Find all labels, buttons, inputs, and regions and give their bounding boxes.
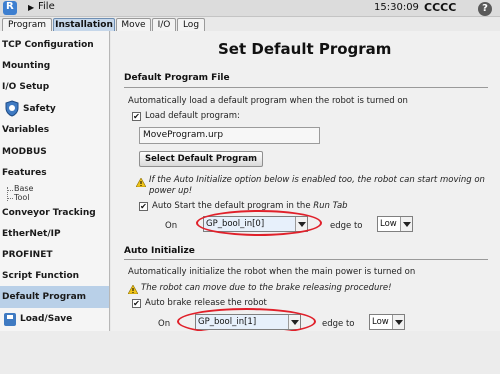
load-default-program-checkbox[interactable]: ✔ (132, 112, 141, 121)
page-title: Set Default Program (218, 40, 392, 58)
sidebar-item-mounting[interactable]: Mounting (2, 61, 50, 71)
save-icon (4, 313, 16, 326)
warning-icon (136, 178, 146, 187)
sidebar-item-tcp-configuration[interactable]: TCP Configuration (2, 40, 94, 50)
sidebar-item-ethernet-ip[interactable]: EtherNet/IP (2, 229, 61, 239)
divider (124, 87, 488, 88)
sidebar-item-conveyor-tracking[interactable]: Conveyor Tracking (2, 208, 96, 218)
tab-move[interactable]: Move (116, 18, 151, 31)
chevron-down-icon (392, 315, 404, 329)
description-auto-initialize: Automatically initialize the robot when … (128, 267, 416, 277)
tree-connector (7, 190, 13, 191)
sidebar-item-io-setup[interactable]: I/O Setup (2, 82, 49, 92)
sidebar-item-label: Default Program (2, 292, 87, 302)
select-value: Low (380, 219, 397, 229)
sidebar-item-default-program[interactable]: Default Program (0, 286, 109, 308)
auto-start-prefix: Auto Start the default program in the (152, 201, 314, 211)
sidebar-item-modbus[interactable]: MODBUS (2, 147, 47, 157)
tree-connector (7, 198, 13, 199)
sidebar-item-script-function[interactable]: Script Function (2, 271, 79, 281)
sidebar-item-safety[interactable]: Safety (23, 104, 56, 114)
load-default-program-label: Load default program: (145, 111, 240, 121)
tab-installation[interactable]: Installation (53, 18, 115, 31)
sidebar-item-variables[interactable]: Variables (2, 125, 49, 135)
warning-text-line2: power up! (149, 186, 193, 196)
chevron-down-icon (400, 217, 412, 231)
help-icon[interactable]: ? (478, 2, 492, 16)
select-default-program-button[interactable]: Select Default Program (139, 151, 263, 167)
bottom-bar (0, 331, 500, 374)
brake-warning-text: The robot can move due to the brake rele… (141, 283, 392, 293)
robot-logo-icon (3, 1, 17, 15)
annotation-oval (196, 210, 322, 236)
auto-brake-release-checkbox[interactable]: ✔ (132, 299, 141, 308)
shield-icon (5, 100, 19, 117)
on-label: On (165, 221, 178, 231)
divider (124, 259, 488, 260)
polyscope-window: File ▶ 15:30:09 CCCC ? Program Installat… (0, 0, 500, 374)
select-value: Low (372, 317, 389, 327)
main-tabs: Program Installation Move I/O Log (0, 17, 500, 31)
tab-io[interactable]: I/O (152, 18, 176, 31)
auto-brake-release-label: Auto brake release the robot (145, 298, 267, 308)
edge-to-label: edge to (322, 319, 355, 329)
tab-program[interactable]: Program (2, 18, 52, 31)
description-default-program: Automatically load a default program whe… (128, 96, 408, 106)
edge-to-label: edge to (330, 221, 363, 231)
sidebar-item-load-save[interactable]: Load/Save (20, 314, 72, 324)
auto-start-edge-select[interactable]: Low (377, 216, 413, 232)
warning-text-line1: If the Auto Initialize option below is e… (149, 175, 485, 185)
sidebar-item-tool[interactable]: Tool (14, 193, 30, 202)
clock: 15:30:09 (374, 2, 419, 13)
warning-icon (128, 285, 138, 294)
auto-start-checkbox[interactable]: ✔ (139, 202, 148, 211)
section-title-auto-initialize: Auto Initialize (124, 246, 195, 256)
auto-initialize-edge-select[interactable]: Low (369, 314, 405, 330)
on-label: On (158, 319, 171, 329)
file-menu[interactable]: File (38, 1, 55, 12)
section-title-default-program-file: Default Program File (124, 73, 230, 83)
sidebar-item-profinet[interactable]: PROFINET (2, 250, 53, 260)
robot-name: CCCC (424, 1, 457, 14)
menu-arrow-icon[interactable]: ▶ (28, 3, 34, 12)
sidebar-item-base[interactable]: Base (14, 184, 33, 193)
sidebar-item-features[interactable]: Features (2, 168, 47, 178)
run-tab-label: Run Tab (313, 201, 348, 211)
title-bar: File ▶ 15:30:09 CCCC ? (0, 0, 500, 17)
tab-log[interactable]: Log (177, 18, 205, 31)
default-program-filename-field[interactable]: MoveProgram.urp (139, 127, 320, 144)
